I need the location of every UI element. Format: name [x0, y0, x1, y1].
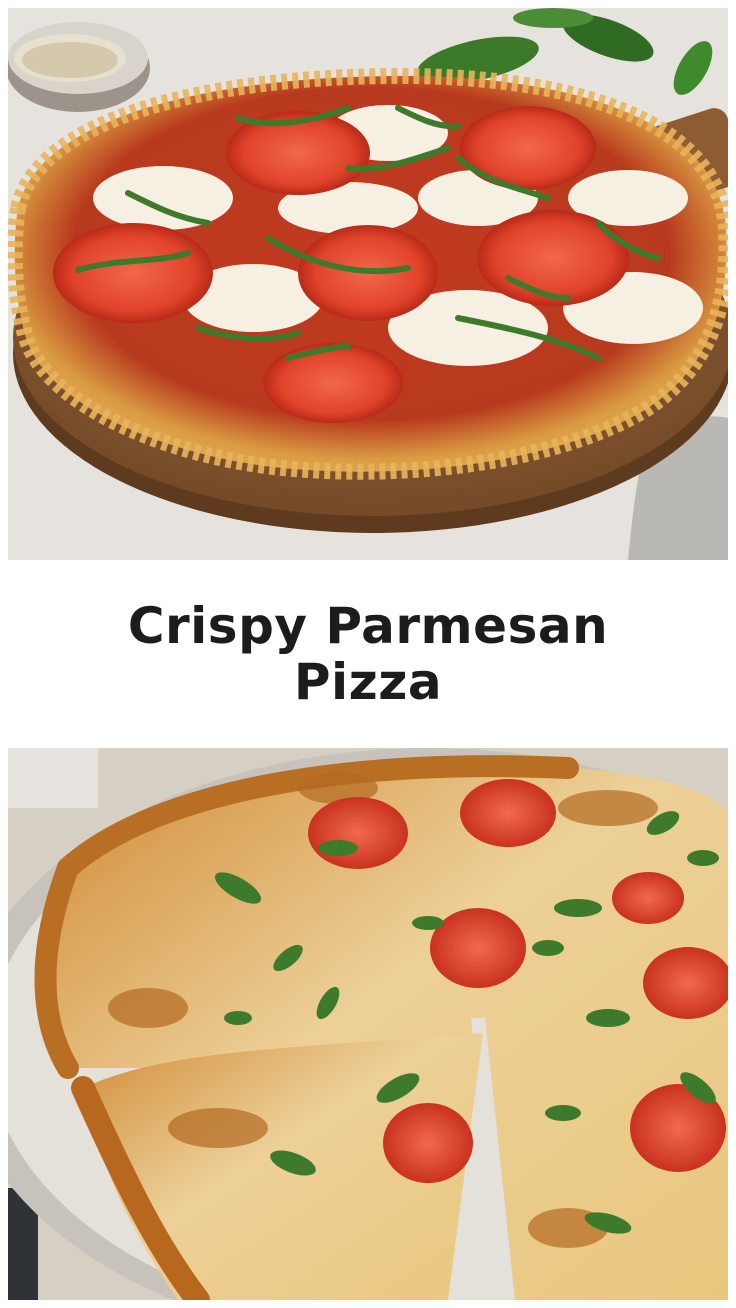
top-pizza-illustration [8, 8, 728, 560]
seasoning-bowl [8, 22, 150, 112]
top-pizza-photo [8, 8, 728, 560]
title-band: Crispy Parmesan Pizza [0, 560, 736, 748]
pin-title: Crispy Parmesan Pizza [127, 597, 609, 711]
bottom-pizza-illustration [8, 748, 728, 1300]
bottom-pizza-photo [8, 748, 728, 1300]
